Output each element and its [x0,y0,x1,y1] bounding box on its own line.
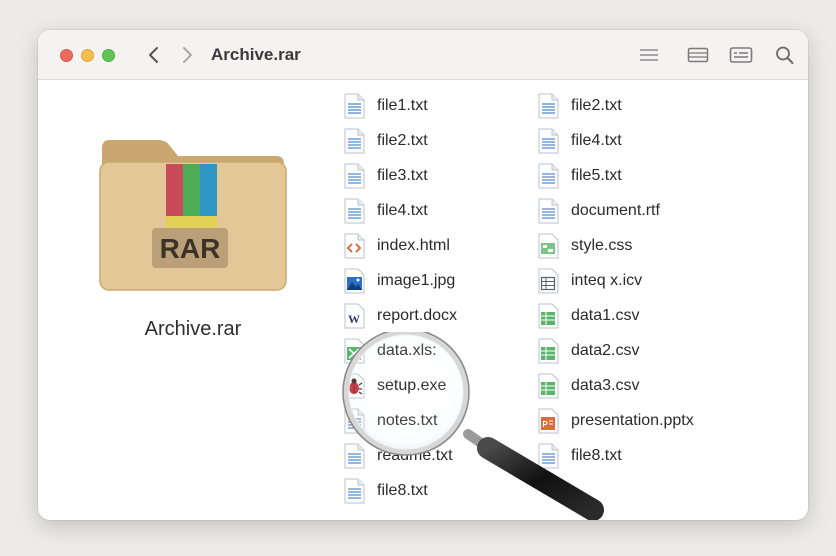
csv-file-icon [538,303,559,329]
powerpoint-file-icon: P [538,408,559,434]
file-item[interactable]: file2.txt [536,91,726,121]
text-file-icon [538,163,559,189]
zoom-button[interactable] [102,49,115,62]
file-name: readme.txt [377,447,453,464]
file-item[interactable]: readme.txt [342,441,532,471]
file-item[interactable]: data1.csv [536,301,726,331]
file-name: data1.csv [571,307,640,324]
file-item[interactable]: index.html [342,231,532,261]
file-name: report.docx [377,307,458,324]
file-name: file2.txt [377,132,428,149]
file-item[interactable]: file2.txt [342,126,532,156]
title-bar: Archive.rar [38,30,808,80]
file-name: presentation.pptx [571,412,694,429]
file-item[interactable]: inteq x.icv [536,266,726,296]
gallery-view-icon[interactable] [728,43,754,67]
rar-folder-icon[interactable]: RAR [96,136,290,296]
text-file-icon [344,198,365,224]
close-button[interactable] [60,49,73,62]
word-file-icon: W [344,303,365,329]
file-name: data3.csv [571,377,640,394]
finder-window: Archive.rar RAR Archive.rar file1.txt fi… [38,30,808,520]
file-name: image1.jpg [377,272,456,289]
file-item[interactable]: file8.txt [342,476,532,506]
file-item[interactable]: file1.txt [342,91,532,121]
rar-badge-text: RAR [160,233,221,264]
text-file-icon [344,128,365,154]
csv-file-icon [538,373,559,399]
text-file-icon [538,443,559,469]
list-view-icon[interactable] [636,43,662,67]
window-title: Archive.rar [211,45,301,64]
file-name: file8.txt [377,482,428,499]
html-file-icon [344,233,365,259]
columns-view-icon[interactable] [685,43,711,67]
file-item[interactable]: setup.exe [342,371,532,401]
file-name: inteq x.icv [571,272,643,289]
csv-file-icon [538,338,559,364]
minimize-button[interactable] [81,49,94,62]
css-file-icon [538,233,559,259]
file-item[interactable]: file5.txt [536,161,726,191]
file-item[interactable]: W report.docx [342,301,532,331]
text-file-icon [344,443,365,469]
file-name: file8.txt [571,447,622,464]
chevron-right-icon[interactable] [175,43,199,67]
file-item[interactable]: document.rtf [536,196,726,226]
file-item[interactable]: P presentation.pptx [536,406,726,436]
text-file-icon [344,93,365,119]
image-file-icon [344,268,365,294]
file-name: data2.csv [571,342,640,359]
file-name: file4.txt [571,132,622,149]
file-item[interactable]: file3.txt [342,161,532,191]
file-name: notes.txt [377,412,438,429]
text-file-icon [538,93,559,119]
file-item[interactable]: file4.txt [536,126,726,156]
archive-name-label: Archive.rar [144,318,242,340]
file-item[interactable]: file4.txt [342,196,532,226]
file-name: file4.txt [377,202,428,219]
svg-text:W: W [348,312,360,326]
file-item[interactable]: style.css [536,231,726,261]
file-item[interactable]: image1.jpg [342,266,532,296]
file-item[interactable]: data3.csv [536,371,726,401]
file-item[interactable]: notes.txt [342,406,532,436]
chevron-left-icon[interactable] [142,43,166,67]
file-name: index.html [377,237,450,254]
file-name: file2.txt [571,97,622,114]
text-file-icon [538,198,559,224]
file-item[interactable]: data2.csv [536,336,726,366]
file-name: setup.exe [377,377,447,394]
file-name: file1.txt [377,97,428,114]
svg-text:P: P [542,420,548,429]
file-name: file3.txt [377,167,428,184]
table-file-icon [538,268,559,294]
text-file-icon [344,163,365,189]
excel-file-icon [344,338,365,364]
text-file-icon [344,478,365,504]
file-name: data.xls: [377,342,437,359]
file-name: file5.txt [571,167,622,184]
text-file-icon [538,128,559,154]
text-file-icon [344,408,365,434]
file-name: style.css [571,237,633,254]
file-item[interactable]: file8.txt [536,441,726,471]
malware-file-icon [344,373,365,399]
file-item[interactable]: data.xls: [342,336,532,366]
search-icon[interactable] [772,43,798,67]
file-name: document.rtf [571,202,660,219]
